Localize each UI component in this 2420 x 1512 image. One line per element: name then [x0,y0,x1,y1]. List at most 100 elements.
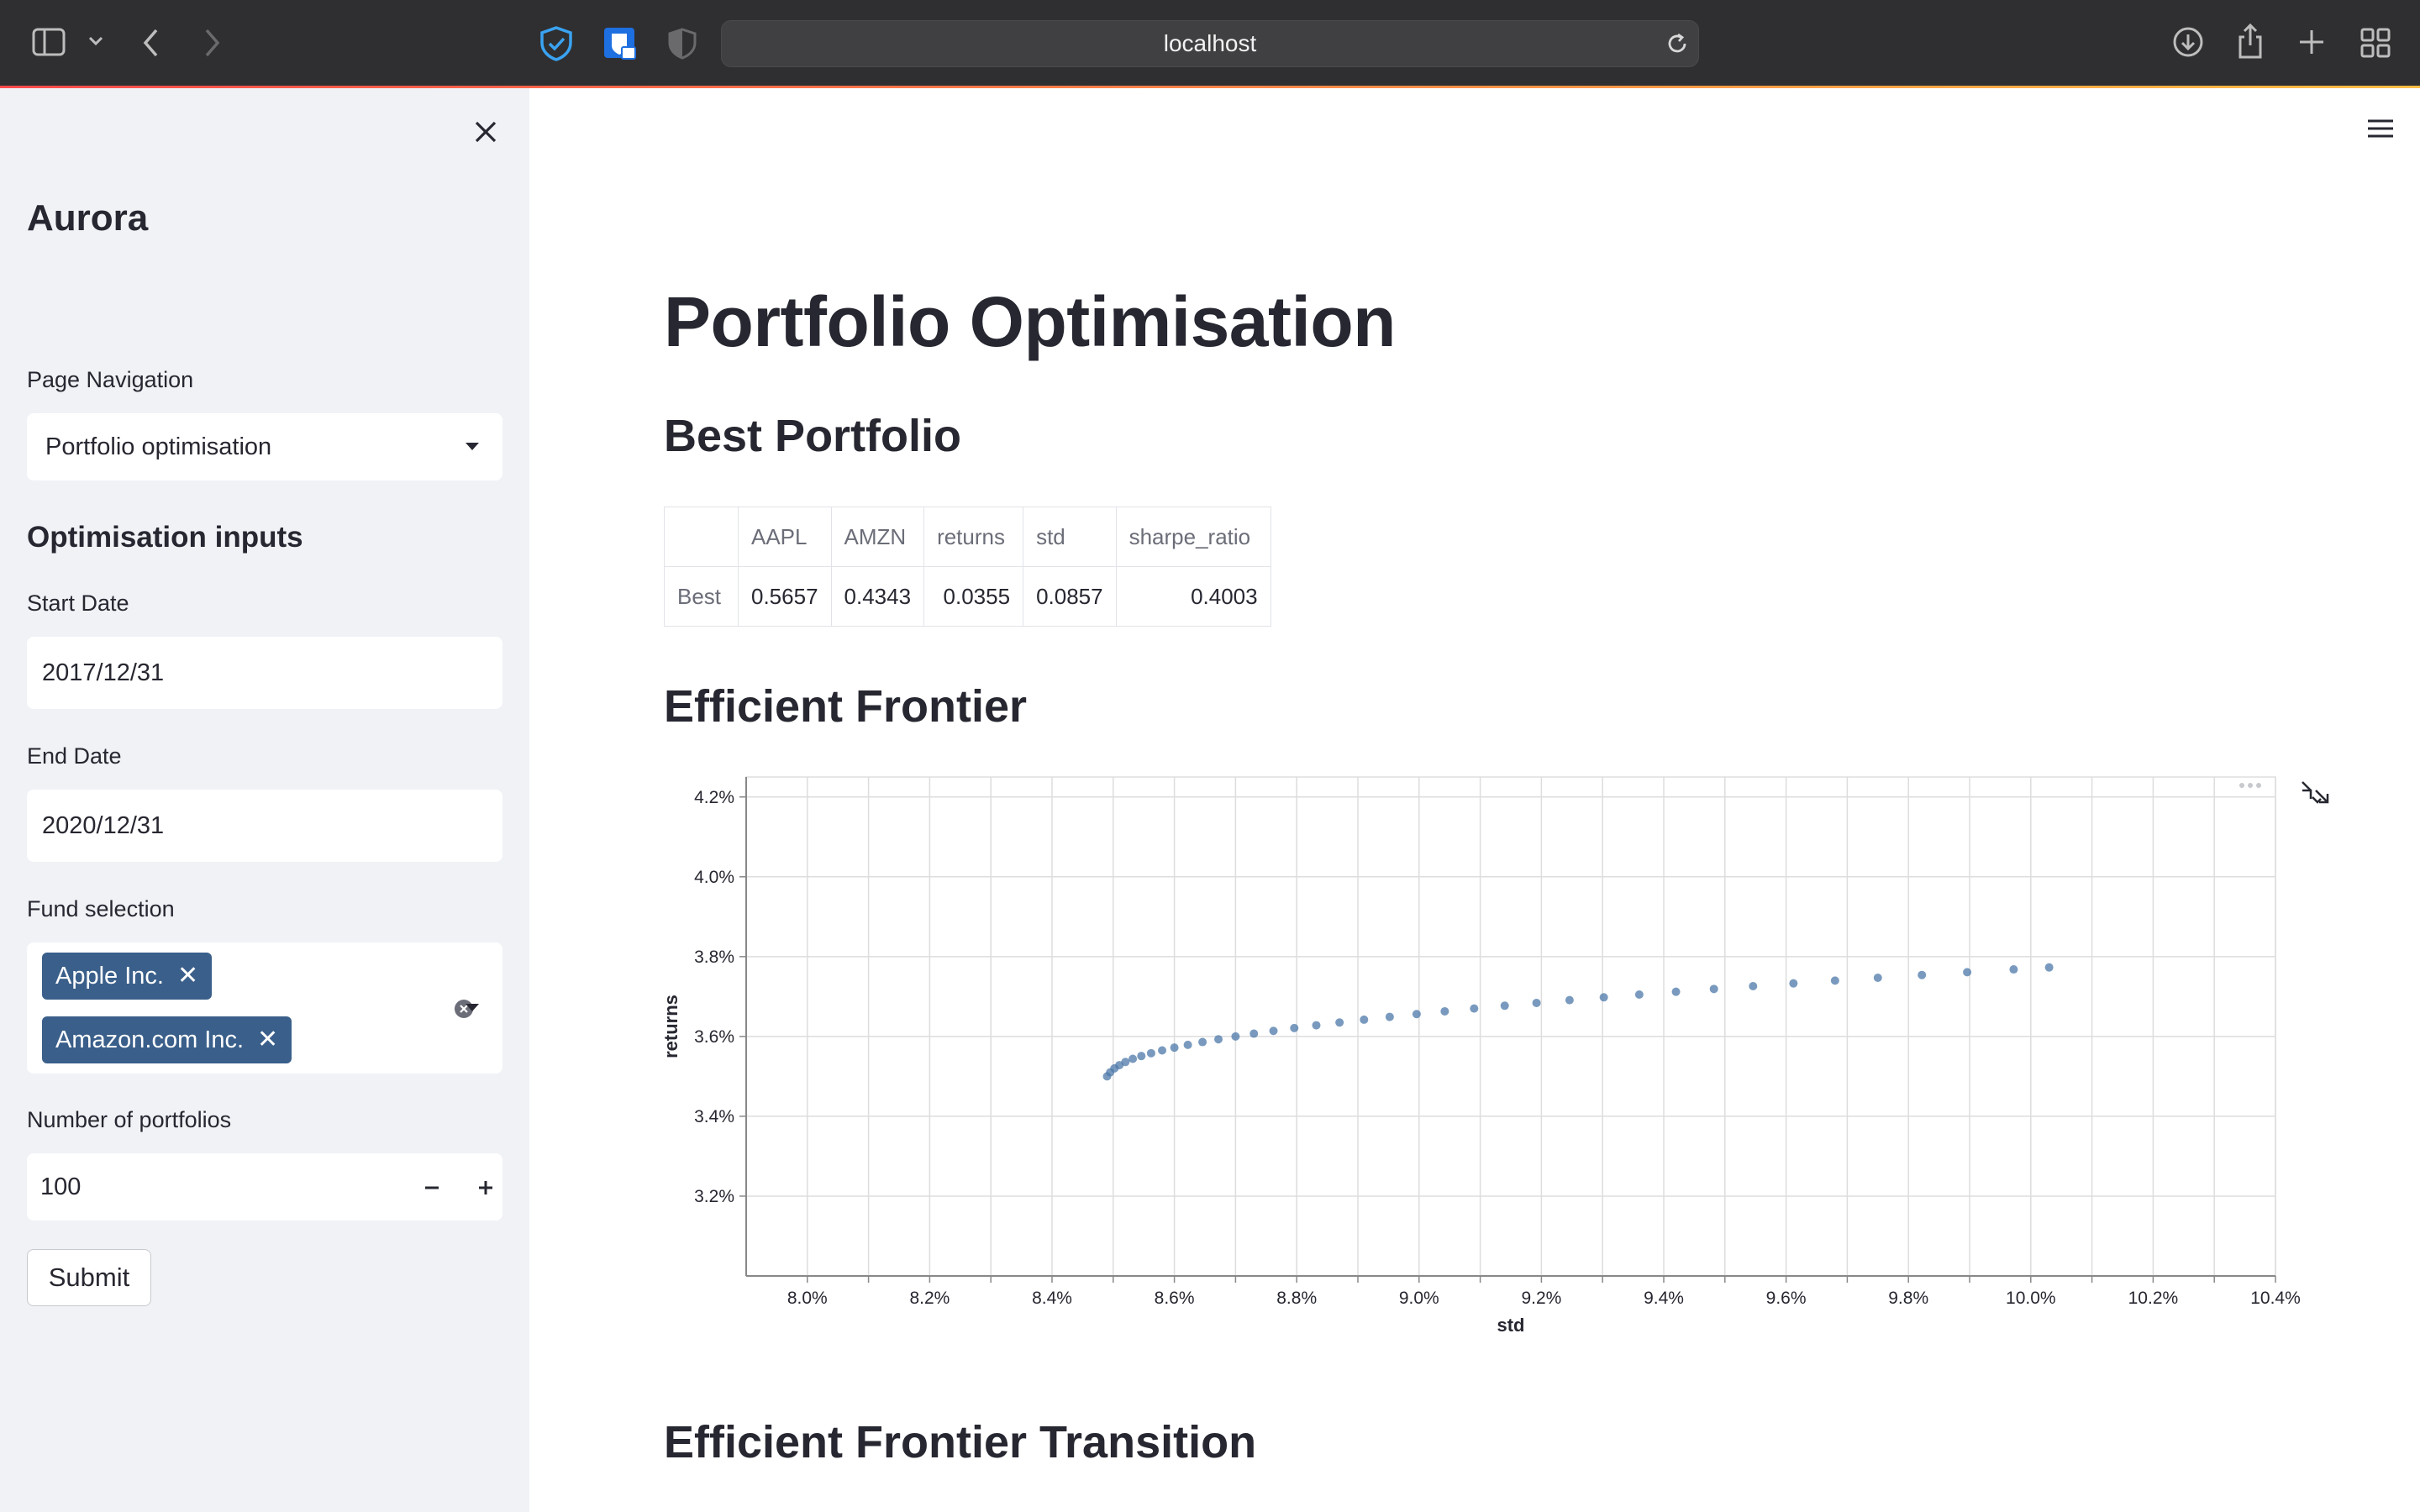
data-point [1249,1029,1259,1038]
decrement-button[interactable] [422,1177,442,1205]
start-date-value: 2017/12/31 [42,659,165,686]
data-point [1918,970,1927,979]
privacy-icon[interactable] [666,27,699,60]
chart-grid [745,776,2276,1277]
data-point [1634,990,1644,999]
data-point [1565,995,1574,1005]
efficient-frontier-chart: 8.0% 8.2% 8.4% 8.6% 8.8% 9.0% 9.2% 9.4% 9.6% 9.8%… [660,769,2336,1340]
caret-down-icon[interactable] [466,1004,479,1011]
data-point [1183,1040,1192,1049]
table-header-cell: AAPL [738,507,832,567]
back-icon[interactable] [141,27,161,59]
number-of-portfolios-value: 100 [40,1173,82,1200]
data-point [1789,979,1798,988]
data-point [1158,1046,1167,1055]
data-point [1170,1043,1179,1053]
optimisation-inputs-heading: Optimisation inputs [27,521,303,554]
y-tick-label: 4.0% [694,868,734,887]
x-tick-label: 10.4% [2250,1289,2301,1308]
sidebar-toggle-icon[interactable] [32,27,67,57]
efficient-frontier-transition-heading: Efficient Frontier Transition [664,1417,1257,1467]
forward-icon[interactable] [202,27,222,59]
close-sidebar-icon[interactable] [472,118,499,150]
data-point [1269,1026,1278,1036]
start-date-input[interactable]: 2017/12/31 [27,637,502,709]
data-point [1671,987,1681,996]
y-tick-label: 3.4% [694,1107,734,1126]
page-navigation-label: Page Navigation [27,367,194,392]
fund-multiselect[interactable]: Apple Inc. ✕ Amazon.com Inc. ✕ [27,942,502,1074]
app-title: Aurora [27,197,149,239]
chevron-down-icon[interactable] [87,35,104,47]
remove-tag-icon[interactable]: ✕ [257,1027,278,1053]
number-of-portfolios-label: Number of portfolios [27,1107,232,1132]
data-point [1121,1058,1130,1067]
x-tick-label: 9.0% [1399,1289,1439,1308]
data-point [1873,974,1882,983]
x-tick-label: 8.6% [1155,1289,1195,1308]
data-point [1128,1054,1138,1063]
reload-icon[interactable] [1665,31,1690,60]
data-point [1146,1048,1155,1058]
x-tick-label: 9.8% [1888,1289,1928,1308]
data-point [1198,1037,1207,1047]
x-tick-label: 8.4% [1032,1289,1072,1308]
start-date-label: Start Date [27,591,129,616]
fund-tag-label: Amazon.com Inc. [55,1026,245,1053]
data-point [1830,976,1839,985]
data-point [2009,965,2018,974]
table-header-cell [664,507,739,567]
data-point [1749,982,1758,991]
data-point [1290,1023,1299,1032]
number-of-portfolios-input[interactable]: 100 [27,1153,502,1221]
tab-overview-icon[interactable] [2360,27,2391,59]
new-tab-icon[interactable] [2296,27,2327,57]
x-tick-label: 8.8% [1276,1289,1317,1308]
fund-tag: Apple Inc. ✕ [42,953,213,1000]
address-bar[interactable]: localhost [721,20,1699,67]
shield-icon[interactable] [538,25,575,62]
efficient-frontier-heading: Efficient Frontier [664,681,1028,732]
remove-tag-icon[interactable]: ✕ [177,963,198,989]
end-date-input[interactable]: 2020/12/31 [27,790,502,862]
y-tick-label: 4.2% [694,788,734,807]
share-icon[interactable] [2235,22,2265,60]
caret-down-icon [466,443,479,450]
fullscreen-icon[interactable] [2302,781,2329,804]
table-header-cell: std [1023,507,1117,567]
clear-all-icon[interactable] [454,998,474,1026]
chart-svg: 8.0% 8.2% 8.4% 8.6% 8.8% 9.0% 9.2% 9.4% 9.6% 9.8%… [660,776,2329,1336]
table-cell: 0.5657 [738,566,832,627]
url-text: localhost [1163,30,1257,56]
submit-button[interactable]: Submit [27,1249,151,1306]
fund-tag: Amazon.com Inc. ✕ [42,1016,292,1063]
data-point [2044,963,2054,972]
fund-tag-label: Apple Inc. [55,962,164,990]
y-tick-label: 3.2% [694,1187,734,1206]
x-tick-label: 9.6% [1766,1289,1807,1308]
password-manager-icon[interactable] [602,25,639,62]
table-row: Best 0.5657 0.4343 0.0355 0.0857 0.4003 [664,566,1271,627]
x-tick-label: 8.0% [787,1289,828,1308]
y-tick-label: 3.6% [694,1027,734,1047]
x-tick-label: 10.0% [2006,1289,2056,1308]
x-tick-label: 10.2% [2128,1289,2179,1308]
data-point [1312,1021,1321,1030]
download-icon[interactable] [2171,25,2205,59]
table-header-cell: AMZN [830,507,925,567]
table-header-row: AAPL AMZN returns std sharpe_ratio [664,507,1271,567]
plot-frame [745,776,2276,1277]
browser-toolbar: localhost [0,0,2420,88]
page-navigation-value: Portfolio optimisation [45,433,272,460]
main-menu-icon[interactable] [2366,118,2395,144]
data-point [1360,1015,1369,1024]
data-point [1532,998,1541,1007]
best-portfolio-table: AAPL AMZN returns std sharpe_ratio Best … [664,507,1271,627]
data-point [1709,984,1718,994]
increment-button[interactable] [476,1177,496,1205]
data-point [1335,1018,1344,1027]
chart-actions-icon[interactable] [2239,783,2261,788]
page-navigation-select[interactable]: Portfolio optimisation [27,413,502,480]
data-point [1500,1001,1509,1011]
end-date-label: End Date [27,743,122,769]
